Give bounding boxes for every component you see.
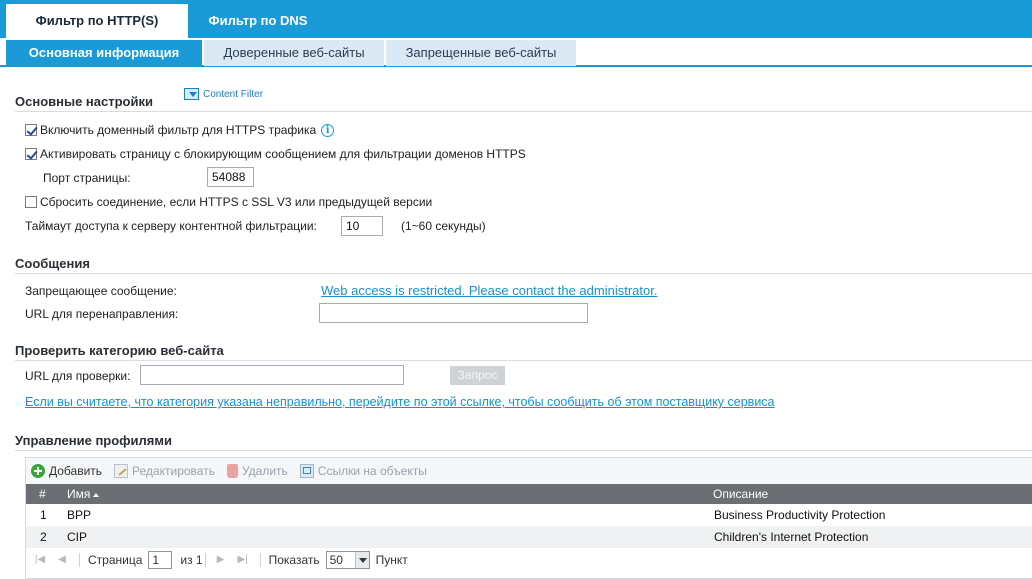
column-header-description: Описание — [713, 487, 769, 501]
report-category-link[interactable]: Если вы считаете, что категория указана … — [25, 395, 775, 409]
timeout-hint-text: (1~60 секунды) — [401, 219, 486, 233]
first-page-icon[interactable]: |◀ — [33, 553, 47, 567]
tab-basic-info[interactable]: Основная информация — [6, 40, 202, 66]
check-url-label: URL для проверки: — [25, 369, 130, 383]
top-tab-bar: Фильтр по HTTP(S) Фильтр по DNS — [0, 0, 1032, 38]
reset-ssl-label: Сбросить соединение, если HTTPS с SSL V3… — [40, 195, 433, 209]
basic-settings-title: Основные настройки — [15, 94, 153, 109]
prev-page-icon[interactable]: ◀ — [55, 553, 69, 567]
table-row[interactable]: 1 BPP Business Productivity Protection — [26, 504, 1032, 526]
profiles-grid: Добавить Редактировать Удалить Ссылки на… — [25, 457, 1032, 579]
profiles-toolbar: Добавить Редактировать Удалить Ссылки на… — [26, 458, 1032, 484]
last-page-icon[interactable]: ▶| — [236, 553, 250, 567]
tab-dns-filter[interactable]: Фильтр по DNS — [190, 4, 326, 38]
profiles-title: Управление профилями — [15, 433, 172, 448]
chevron-down-icon — [354, 552, 369, 568]
edit-label: Редактировать — [132, 464, 215, 478]
content-filter-label: Content Filter — [203, 88, 264, 100]
section-divider — [15, 450, 1032, 451]
object-links-icon — [299, 464, 314, 478]
section-divider — [15, 360, 1032, 361]
page-size-select[interactable]: 50 — [325, 551, 370, 569]
page-port-input[interactable]: 54088 — [207, 167, 254, 187]
sort-ascending-icon — [93, 492, 100, 497]
section-divider — [15, 273, 1032, 274]
edit-icon — [114, 464, 129, 478]
enable-https-filter-label: Включить доменный фильтр для HTTPS трафи… — [40, 123, 317, 137]
enable-https-filter-row: Включить доменный фильтр для HTTPS трафи… — [25, 123, 335, 137]
table-row[interactable]: 2 CIP Children's Internet Protection — [26, 526, 1032, 548]
row-name: CIP — [67, 530, 88, 544]
timeout-label-text: Таймаут доступа к серверу контентной фил… — [25, 219, 317, 233]
tab-trusted-sites[interactable]: Доверенные веб-сайты — [204, 40, 384, 66]
info-icon[interactable]: i — [321, 123, 335, 137]
column-header-name[interactable]: Имя — [67, 484, 100, 504]
page-label: Страница — [88, 553, 143, 567]
redirect-url-input[interactable] — [319, 303, 588, 323]
row-num: 1 — [40, 508, 47, 522]
pager-divider — [259, 553, 261, 567]
row-name: BPP — [67, 508, 92, 522]
timeout-input[interactable]: 10 — [341, 216, 383, 236]
deny-message-row: Web access is restricted. Please contact… — [321, 283, 657, 298]
show-label: Показать — [268, 553, 320, 567]
activate-block-page-row: Активировать страницу с блокирующим сооб… — [25, 147, 526, 161]
add-label: Добавить — [49, 464, 103, 478]
delete-label: Удалить — [241, 464, 288, 478]
page-number-input[interactable]: 1 — [148, 551, 173, 569]
row-description: Business Productivity Protection — [714, 508, 886, 522]
items-label: Пункт — [375, 553, 408, 567]
page-size-value: 50 — [329, 553, 343, 567]
object-references-button[interactable]: Ссылки на объекты — [299, 464, 427, 478]
check-url-input[interactable] — [140, 365, 404, 385]
enable-https-filter-checkbox[interactable] — [25, 124, 37, 136]
grid-header: # Имя Описание — [26, 484, 1032, 504]
tab-forbidden-sites[interactable]: Запрещенные веб-сайты — [386, 40, 576, 66]
deny-message-link[interactable]: Web access is restricted. Please contact… — [321, 283, 657, 298]
sub-tab-bar: Основная информация Доверенные веб-сайты… — [0, 38, 1032, 67]
add-button[interactable]: Добавить — [31, 464, 102, 478]
category-check-title: Проверить категорию веб-сайта — [15, 343, 224, 358]
page-port-label-text: Порт страницы: — [43, 171, 131, 185]
activate-block-page-checkbox[interactable] — [25, 148, 37, 160]
reset-ssl-row: Сбросить соединение, если HTTPS с SSL V3… — [25, 195, 432, 209]
query-button[interactable]: Запрос — [450, 366, 505, 385]
activate-block-page-label: Активировать страницу с блокирующим сооб… — [40, 147, 526, 161]
messages-title: Сообщения — [15, 256, 90, 271]
content-filter-link[interactable]: Content Filter — [184, 88, 263, 100]
section-divider — [15, 111, 1032, 112]
report-row: Если вы считаете, что категория указана … — [25, 395, 775, 409]
next-page-icon[interactable]: ▶ — [214, 553, 228, 567]
deny-message-label: Запрещающее сообщение: — [25, 284, 177, 298]
timeout-hint: (1~60 секунды) — [401, 219, 486, 233]
edit-button[interactable]: Редактировать — [114, 464, 215, 478]
content-filter-icon — [184, 88, 199, 100]
deny-message-label-text: Запрещающее сообщение: — [25, 284, 177, 298]
timeout-label: Таймаут доступа к серверу контентной фил… — [25, 219, 317, 233]
page-count-label: из 1 — [180, 553, 203, 567]
pager-divider — [79, 553, 80, 567]
column-header-num: # — [39, 487, 46, 501]
object-references-label: Ссылки на объекты — [317, 464, 427, 478]
reset-ssl-checkbox[interactable] — [25, 196, 37, 208]
delete-button[interactable]: Удалить — [226, 464, 288, 478]
tab-http-filter[interactable]: Фильтр по HTTP(S) — [6, 4, 188, 38]
pager-divider — [204, 553, 206, 567]
add-icon — [31, 464, 45, 478]
row-num: 2 — [40, 530, 47, 544]
pagination-bar: |◀ ◀ Страница 1 из 1 ▶ ▶| Показать 50 Пу… — [26, 549, 1032, 571]
column-header-name-text: Имя — [67, 487, 91, 501]
row-description: Children's Internet Protection — [714, 530, 869, 544]
page-port-label: Порт страницы: — [43, 171, 131, 185]
redirect-url-label-text: URL для перенаправления: — [25, 307, 179, 321]
check-url-label-text: URL для проверки: — [25, 369, 131, 383]
redirect-url-label: URL для перенаправления: — [25, 307, 178, 321]
trash-icon — [226, 464, 238, 478]
